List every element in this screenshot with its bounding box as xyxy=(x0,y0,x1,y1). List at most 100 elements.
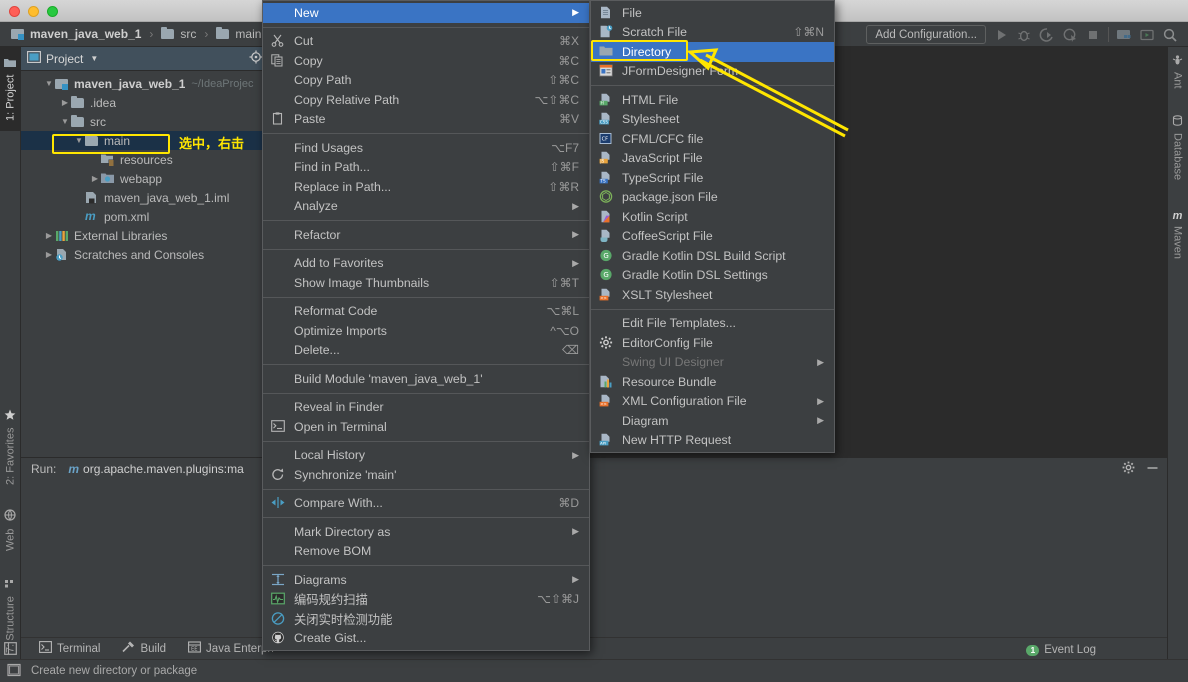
breadcrumb-item-main[interactable]: main xyxy=(213,26,264,42)
submenu-item-jformdesigner-form[interactable]: JFormDesigner Form xyxy=(591,62,834,82)
menu-item-create-gist[interactable]: Create Gist... xyxy=(263,629,589,649)
tree-item-scratches[interactable]: ▶ Scratches and Consoles xyxy=(21,245,269,264)
twisty-icon[interactable]: ▶ xyxy=(89,174,101,183)
chevron-down-icon[interactable]: ▼ xyxy=(90,54,98,63)
minimize-icon[interactable] xyxy=(1146,461,1159,477)
submenu-item-typescript-file[interactable]: TS TypeScript File xyxy=(591,168,834,188)
context-menu[interactable]: New ▶ Cut ⌘X Copy ⌘C Copy Path ⇧⌘C Copy … xyxy=(262,0,590,651)
submenu-item-edit-file-templates[interactable]: Edit File Templates... xyxy=(591,314,834,334)
menu-item-mark-directory-as[interactable]: Mark Directory as ▶ xyxy=(263,522,589,542)
menu-item-show-image-thumbnails[interactable]: Show Image Thumbnails ⇧⌘T xyxy=(263,273,589,293)
menu-item-add-to-favorites[interactable]: Add to Favorites ▶ xyxy=(263,254,589,274)
submenu-item-gradle-kotlin-dsl-settings[interactable]: G Gradle Kotlin DSL Settings xyxy=(591,266,834,286)
menu-item-build-module[interactable]: Build Module 'maven_java_web_1' xyxy=(263,369,589,389)
menu-item-paste[interactable]: Paste ⌘V xyxy=(263,110,589,130)
breadcrumb-item-src[interactable]: src xyxy=(158,26,199,42)
submenu-item-editorconfig-file[interactable]: EditorConfig File xyxy=(591,333,834,353)
search-icon[interactable] xyxy=(1162,27,1178,43)
menu-item-disable-realtime-detection[interactable]: 关闭实时检测功能 xyxy=(263,609,589,629)
project-structure-icon[interactable] xyxy=(1116,27,1132,43)
stop-icon[interactable] xyxy=(1085,27,1101,43)
bottom-tab-java-enterprise[interactable]: EE Java Enterpri xyxy=(188,641,274,656)
tree-item-pom[interactable]: m pom.xml xyxy=(21,207,269,226)
toggle-tool-windows-button[interactable] xyxy=(0,637,21,659)
tree-item-idea[interactable]: ▶ .idea xyxy=(21,93,269,112)
submenu-item-kotlin-script[interactable]: Kotlin Script xyxy=(591,207,834,227)
twisty-icon[interactable]: ▼ xyxy=(43,79,55,88)
submenu-item-html-file[interactable]: H HTML File xyxy=(591,90,834,110)
submenu-item-coffeescript-file[interactable]: CoffeeScript File xyxy=(591,227,834,247)
submenu-item-package-json-file[interactable]: package.json File xyxy=(591,188,834,208)
submenu-item-diagram[interactable]: Diagram ▶ xyxy=(591,411,834,431)
tree-item-src[interactable]: ▼ src xyxy=(21,112,269,131)
submenu-item-gradle-kotlin-dsl-build-script[interactable]: G Gradle Kotlin DSL Build Script xyxy=(591,246,834,266)
sidebar-item-project[interactable]: 1: Project xyxy=(0,47,21,131)
menu-item-replace-in-path[interactable]: Replace in Path... ⇧⌘R xyxy=(263,177,589,197)
run-icon[interactable] xyxy=(993,27,1009,43)
twisty-icon[interactable]: ▼ xyxy=(59,117,71,126)
submenu-item-xml-configuration-file[interactable]: <> XML Configuration File ▶ xyxy=(591,392,834,412)
submenu-item-new-http-request[interactable]: API New HTTP Request xyxy=(591,431,834,451)
tree-item-webapp[interactable]: ▶ webapp xyxy=(21,169,269,188)
submenu-item-scratch-file[interactable]: Scratch File ⇧⌘N xyxy=(591,23,834,43)
menu-item-compare-with[interactable]: Compare With... ⌘D xyxy=(263,494,589,514)
menu-item-copy[interactable]: Copy ⌘C xyxy=(263,51,589,71)
menu-item-copy-path[interactable]: Copy Path ⇧⌘C xyxy=(263,71,589,91)
submenu-item-xslt-stylesheet[interactable]: <> XSLT Stylesheet xyxy=(591,285,834,305)
twisty-icon[interactable]: ▶ xyxy=(43,250,55,259)
menu-item-remove-bom[interactable]: Remove BOM xyxy=(263,542,589,562)
submenu-item-directory[interactable]: Directory xyxy=(591,42,834,62)
add-configuration-button[interactable]: Add Configuration... xyxy=(866,25,986,44)
minimize-window-button[interactable] xyxy=(28,6,39,17)
sidebar-item-database[interactable]: Database xyxy=(1167,107,1188,189)
run-with-coverage-icon[interactable] xyxy=(1039,27,1055,43)
tree-item-iml[interactable]: maven_java_web_1.iml xyxy=(21,188,269,207)
device-manager-icon[interactable] xyxy=(1139,27,1155,43)
maximize-window-button[interactable] xyxy=(47,6,58,17)
menu-item-cut[interactable]: Cut ⌘X xyxy=(263,32,589,52)
submenu-item-stylesheet[interactable]: CSS Stylesheet xyxy=(591,110,834,130)
menu-item-code-convention-scan[interactable]: 编码规约扫描 ⌥⇧⌘J xyxy=(263,590,589,610)
menu-item-refactor[interactable]: Refactor ▶ xyxy=(263,225,589,245)
panel-icon[interactable] xyxy=(7,663,21,680)
menu-item-analyze[interactable]: Analyze ▶ xyxy=(263,197,589,217)
profile-icon[interactable] xyxy=(1062,27,1078,43)
menu-item-synchronize[interactable]: Synchronize 'main' xyxy=(263,465,589,485)
debug-icon[interactable] xyxy=(1016,27,1032,43)
menu-item-find-in-path[interactable]: Find in Path... ⇧⌘F xyxy=(263,158,589,178)
submenu-item-file[interactable]: File xyxy=(591,3,834,23)
submenu-item-cfml-cfc-file[interactable]: CF CFML/CFC file xyxy=(591,129,834,149)
twisty-icon[interactable]: ▶ xyxy=(43,231,55,240)
bottom-tab-terminal[interactable]: Terminal xyxy=(39,641,100,656)
menu-item-optimize-imports[interactable]: Optimize Imports ^⌥O xyxy=(263,321,589,341)
bottom-tab-build[interactable]: Build xyxy=(122,641,166,656)
window-controls[interactable] xyxy=(9,6,58,17)
menu-item-reformat-code[interactable]: Reformat Code ⌥⌘L xyxy=(263,302,589,322)
project-tree[interactable]: ▼ maven_java_web_1 ~/IdeaProjec ▶ .idea … xyxy=(21,71,269,457)
menu-item-find-usages[interactable]: Find Usages ⌥F7 xyxy=(263,138,589,158)
event-log-button[interactable]: 1 Event Log xyxy=(1026,644,1096,656)
close-window-button[interactable] xyxy=(9,6,20,17)
sidebar-item-favorites[interactable]: 2: Favorites xyxy=(0,399,21,495)
menu-item-diagrams[interactable]: Diagrams ▶ xyxy=(263,570,589,590)
menu-item-copy-relative-path[interactable]: Copy Relative Path ⌥⇧⌘C xyxy=(263,90,589,110)
submenu-item-javascript-file[interactable]: JS JavaScript File xyxy=(591,149,834,169)
menu-item-delete[interactable]: Delete... ⌫ xyxy=(263,341,589,361)
submenu-item-resource-bundle[interactable]: Resource Bundle xyxy=(591,372,834,392)
sidebar-item-ant[interactable]: Ant xyxy=(1167,49,1188,93)
menu-item-local-history[interactable]: Local History ▶ xyxy=(263,446,589,466)
tree-item-resources[interactable]: resources xyxy=(21,150,269,169)
gear-icon[interactable] xyxy=(1122,461,1135,477)
new-submenu[interactable]: File Scratch File ⇧⌘N Directory JFormDes… xyxy=(590,0,835,453)
menu-item-reveal-in-finder[interactable]: Reveal in Finder xyxy=(263,398,589,418)
tree-item-project-root[interactable]: ▼ maven_java_web_1 ~/IdeaProjec xyxy=(21,74,269,93)
breadcrumb-item-project[interactable]: maven_java_web_1 xyxy=(8,26,144,42)
menu-item-open-in-terminal[interactable]: Open in Terminal xyxy=(263,417,589,437)
twisty-icon[interactable]: ▶ xyxy=(59,98,71,107)
sidebar-item-web[interactable]: Web xyxy=(0,499,21,561)
sidebar-item-maven[interactable]: m Maven xyxy=(1167,199,1188,271)
tree-item-external-libraries[interactable]: ▶ External Libraries xyxy=(21,226,269,245)
twisty-icon[interactable]: ▼ xyxy=(73,136,85,145)
locate-icon[interactable] xyxy=(249,50,263,67)
menu-item-new[interactable]: New ▶ xyxy=(263,3,589,23)
